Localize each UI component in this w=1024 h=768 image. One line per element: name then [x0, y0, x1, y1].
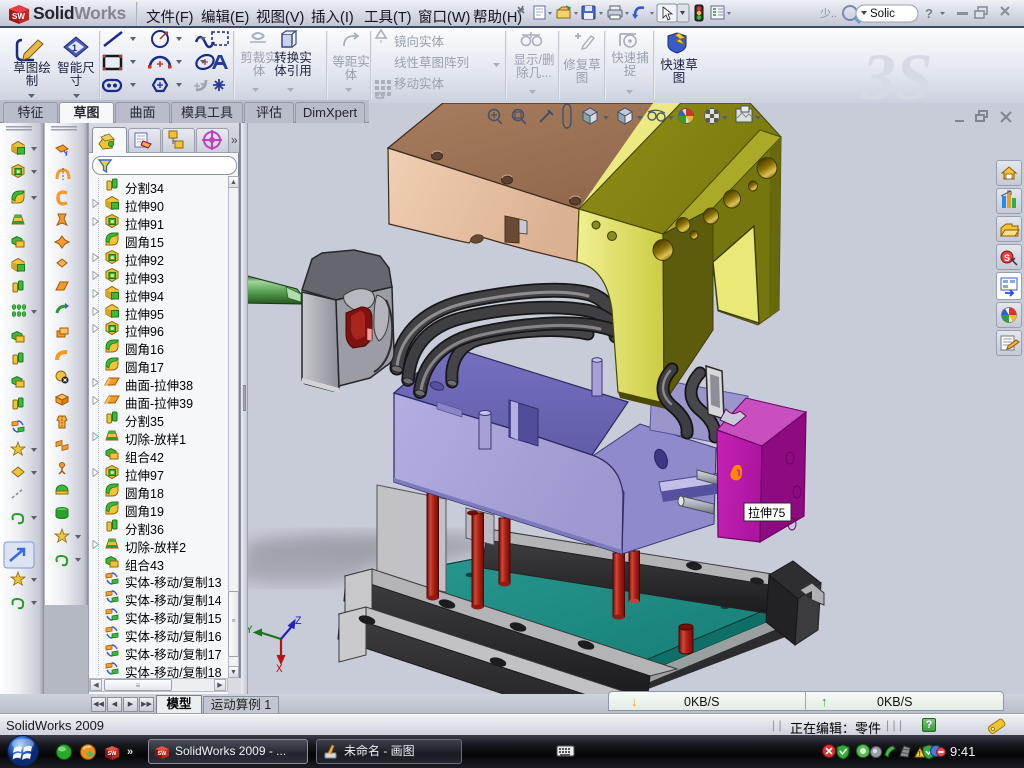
- svg-text:SW: SW: [158, 751, 168, 757]
- svg-text:X: X: [276, 664, 283, 676]
- svg-text:Z: Z: [295, 616, 302, 628]
- svg-text:S: S: [1004, 253, 1010, 263]
- svg-text:SW: SW: [108, 751, 118, 757]
- svg-text:ЗS: ЗS: [861, 41, 932, 103]
- svg-text:拉伸75: 拉伸75: [748, 505, 786, 520]
- svg-text:»: »: [127, 746, 133, 758]
- svg-text:!: !: [919, 751, 921, 758]
- svg-text:少..: 少..: [820, 7, 837, 20]
- svg-text:SW: SW: [12, 12, 25, 21]
- svg-text:1: 1: [72, 43, 77, 53]
- svg-text:?: ?: [925, 6, 933, 21]
- svg-text:»: »: [231, 133, 238, 147]
- svg-text:Solic: Solic: [870, 8, 895, 20]
